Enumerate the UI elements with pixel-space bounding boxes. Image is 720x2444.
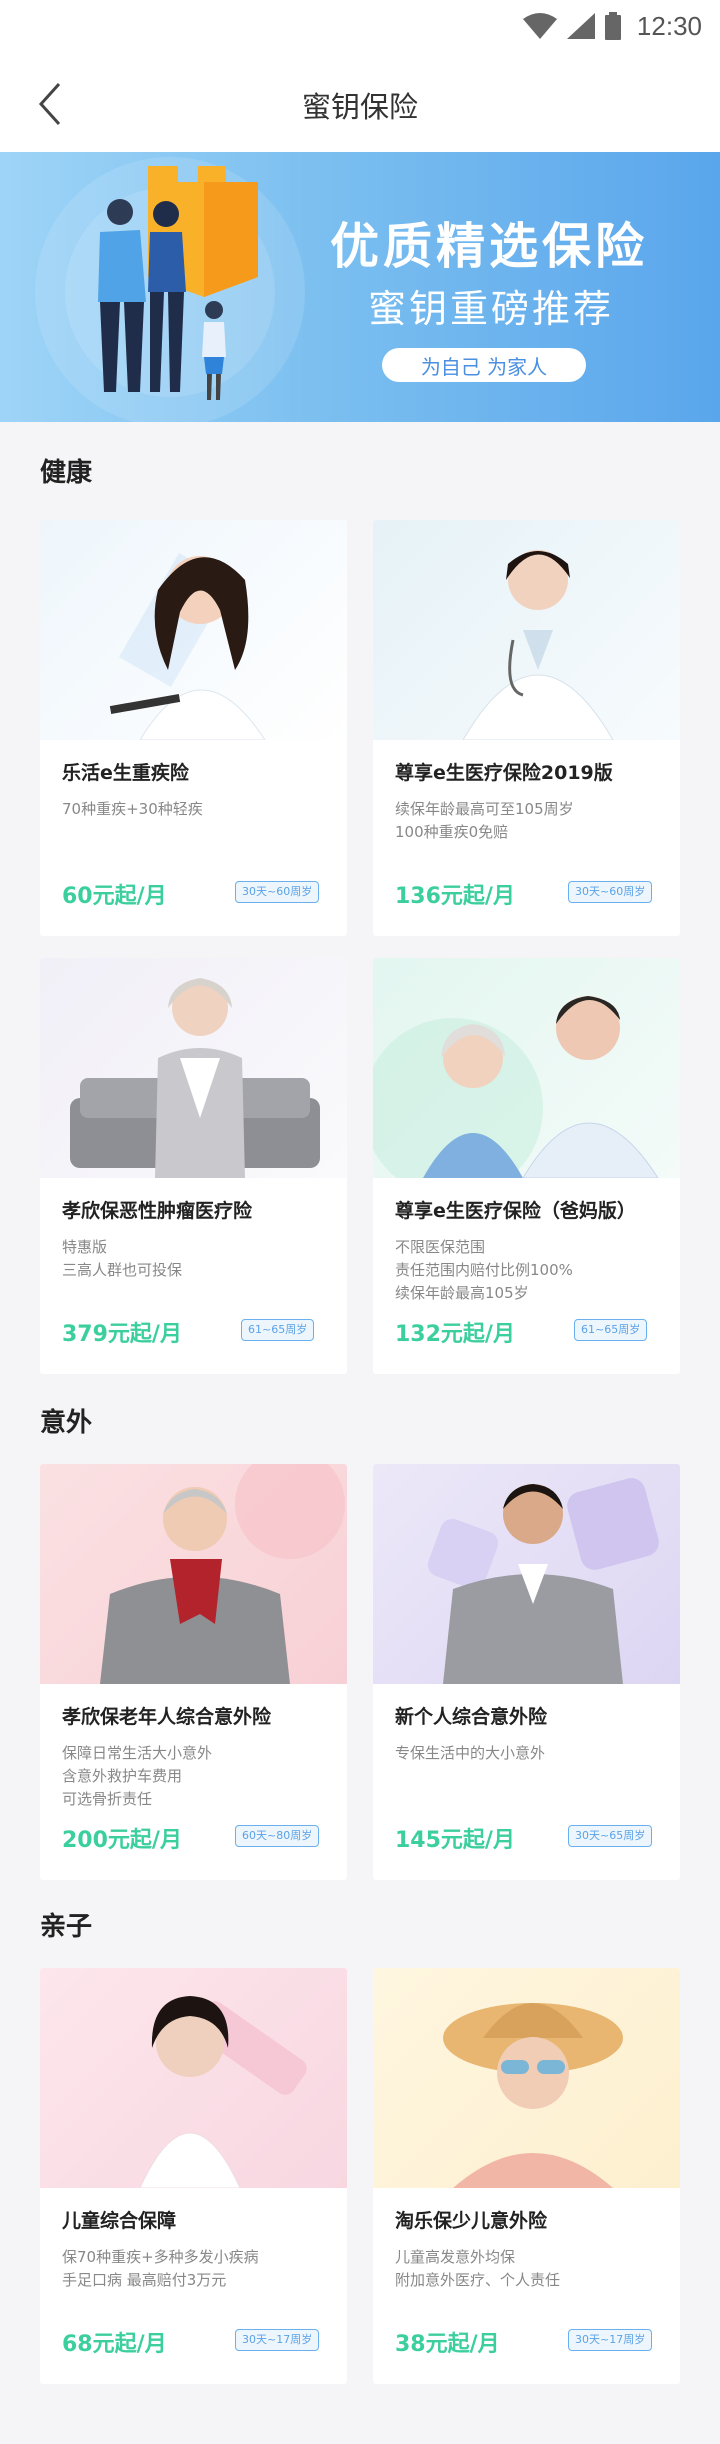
age-range-badge: 30天~17周岁	[568, 2329, 653, 2351]
status-bar: 12:30	[0, 0, 720, 52]
product-price: 136元起/月	[395, 884, 515, 909]
product-photo	[373, 1464, 680, 1684]
age-range-badge: 30天~17周岁	[235, 2329, 320, 2351]
wifi-icon	[522, 13, 557, 39]
product-desc-line: 保70种重疾+多种多发小疾病	[62, 2248, 259, 2266]
product-card[interactable]: 乐活e生重疾险 70种重疾+30种轻疾 60元起/月 30天~60周岁	[40, 520, 347, 936]
product-price: 132元起/月	[395, 1322, 515, 1347]
product-name: 乐活e生重疾险	[62, 762, 189, 784]
product-desc-line: 可选骨折责任	[62, 1790, 153, 1808]
product-card[interactable]: 淘乐保少儿意外险 儿童高发意外均保 附加意外医疗、个人责任 38元起/月 30天…	[373, 1968, 680, 2384]
product-name: 孝欣保恶性肿瘤医疗险	[62, 1200, 253, 1222]
product-desc-line: 不限医保范围	[395, 1238, 486, 1256]
product-price: 379元起/月	[62, 1322, 182, 1347]
age-range-badge: 30天~60周岁	[568, 881, 653, 903]
section-title-health: 健康	[40, 458, 93, 488]
age-range-badge: 60天~80周岁	[235, 1825, 320, 1847]
product-card[interactable]: 儿童综合保障 保70种重疾+多种多发小疾病 手足口病 最高赔付3万元 68元起/…	[40, 1968, 347, 2384]
product-photo	[373, 1968, 680, 2188]
product-price: 38元起/月	[395, 2332, 500, 2357]
section-title-family: 亲子	[40, 1912, 93, 1942]
product-card[interactable]: 尊享e生医疗保险（爸妈版） 不限医保范围 责任范围内赔付比例100% 续保年龄最…	[373, 958, 680, 1374]
product-photo	[373, 520, 680, 740]
product-price: 200元起/月	[62, 1828, 182, 1853]
product-name: 新个人综合意外险	[395, 1706, 548, 1728]
header-bar: 蜜钥保险	[0, 52, 720, 152]
product-name: 尊享e生医疗保险2019版	[395, 762, 613, 784]
product-name: 孝欣保老年人综合意外险	[62, 1706, 272, 1728]
product-desc-line: 保障日常生活大小意外	[62, 1744, 213, 1762]
signal-icon	[566, 13, 595, 39]
product-price: 60元起/月	[62, 884, 167, 909]
age-range-badge: 61~65周岁	[241, 1319, 315, 1341]
product-desc-line: 100种重疾0免赔	[395, 823, 509, 841]
product-desc-line: 附加意外医疗、个人责任	[395, 2271, 561, 2289]
age-range-badge: 61~65周岁	[574, 1319, 648, 1341]
banner-subtitle: 蜜钥重磅推荐	[368, 287, 615, 331]
product-desc-line: 续保年龄最高105岁	[395, 1284, 529, 1302]
product-name: 尊享e生医疗保险（爸妈版）	[395, 1200, 636, 1222]
product-desc-line: 专保生活中的大小意外	[395, 1744, 546, 1762]
section-title-accident: 意外	[40, 1408, 93, 1438]
product-price: 68元起/月	[62, 2332, 167, 2357]
product-name: 儿童综合保障	[62, 2210, 177, 2232]
status-time: 12:30	[636, 10, 702, 41]
product-desc-line: 含意外救护车费用	[62, 1767, 183, 1785]
product-card[interactable]: 孝欣保恶性肿瘤医疗险 特惠版 三高人群也可投保 379元起/月 61~65周岁	[40, 958, 347, 1374]
product-desc-line: 70种重疾+30种轻疾	[62, 800, 203, 818]
page-title: 蜜钥保险	[301, 90, 418, 124]
product-name: 淘乐保少儿意外险	[395, 2210, 548, 2232]
product-photo	[40, 520, 347, 740]
status-icons: 12:30	[522, 10, 702, 42]
product-desc-line: 责任范围内赔付比例100%	[395, 1261, 573, 1279]
product-card[interactable]: 孝欣保老年人综合意外险 保障日常生活大小意外 含意外救护车费用 可选骨折责任 2…	[40, 1464, 347, 1880]
banner-title: 优质精选保险	[330, 218, 649, 275]
product-photo	[40, 1968, 347, 2188]
product-card[interactable]: 新个人综合意外险 专保生活中的大小意外 145元起/月 30天~65周岁	[373, 1464, 680, 1880]
battery-icon	[604, 12, 621, 40]
product-desc-line: 特惠版	[62, 1238, 108, 1256]
product-photo	[40, 958, 347, 1178]
product-card[interactable]: 尊享e生医疗保险2019版 续保年龄最高可至105周岁 100种重疾0免赔 13…	[373, 520, 680, 936]
product-desc-line: 儿童高发意外均保	[395, 2248, 516, 2266]
banner-button[interactable]: 为自己 为家人	[382, 348, 586, 382]
product-price: 145元起/月	[395, 1828, 515, 1853]
promo-banner[interactable]: 优质精选保险 蜜钥重磅推荐 为自己 为家人	[0, 152, 720, 422]
family-illustration	[35, 157, 305, 422]
age-range-badge: 30天~60周岁	[235, 881, 320, 903]
product-photo	[373, 958, 680, 1178]
product-desc-line: 手足口病 最高赔付3万元	[62, 2271, 227, 2289]
product-desc-line: 三高人群也可投保	[62, 1261, 183, 1279]
product-desc-line: 续保年龄最高可至105周岁	[395, 800, 574, 818]
product-photo	[40, 1464, 347, 1684]
age-range-badge: 30天~65周岁	[568, 1825, 653, 1847]
